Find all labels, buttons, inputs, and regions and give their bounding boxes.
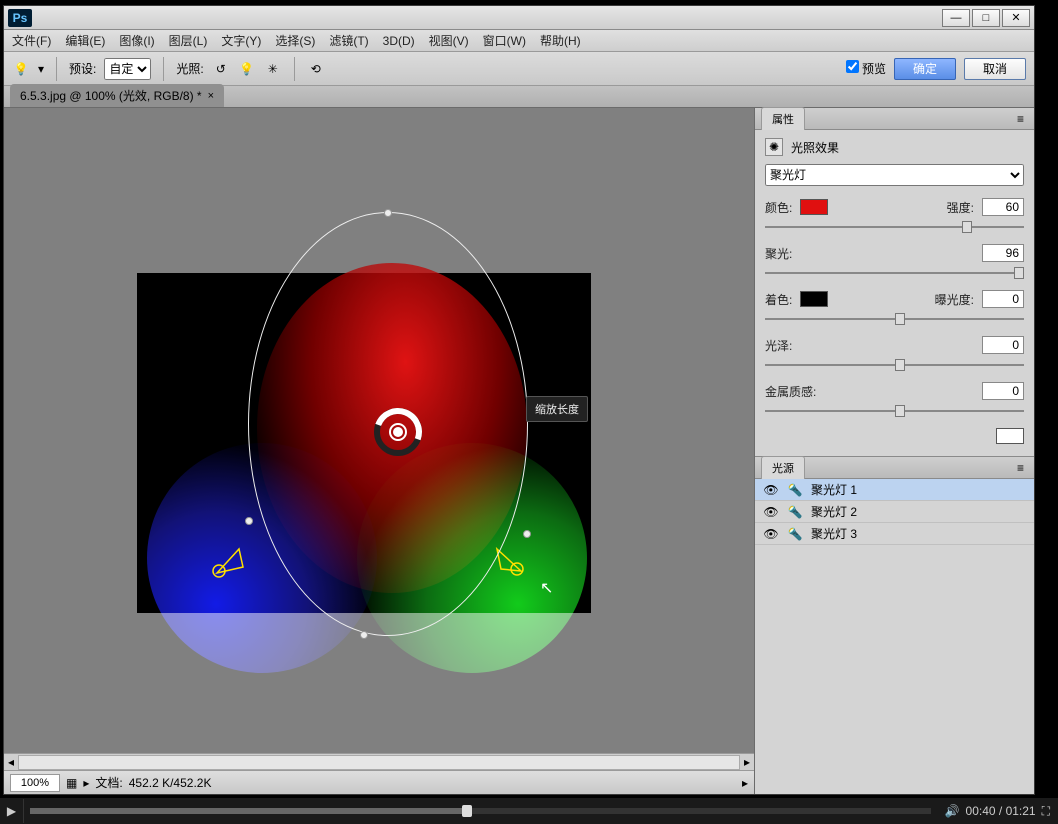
ellipse-handle-left[interactable] bbox=[245, 517, 253, 525]
spotlight-icon: 🔦 bbox=[787, 527, 803, 541]
menu-edit[interactable]: 编辑(E) bbox=[65, 32, 105, 49]
ellipse-handle-bottom[interactable] bbox=[360, 631, 368, 639]
visibility-icon[interactable]: 👁 bbox=[763, 483, 779, 497]
intensity-input[interactable] bbox=[982, 198, 1024, 216]
titlebar: Ps — □ ✕ bbox=[4, 6, 1034, 30]
canvas-viewport[interactable]: 缩放长度 ↖ bbox=[4, 108, 754, 753]
volume-icon[interactable]: 🔊 bbox=[945, 804, 960, 818]
app-window: Ps — □ ✕ 文件(F) 编辑(E) 图像(I) 图层(L) 文字(Y) 选… bbox=[3, 5, 1035, 795]
intensity-label: 强度: bbox=[947, 199, 974, 216]
menubar: 文件(F) 编辑(E) 图像(I) 图层(L) 文字(Y) 选择(S) 滤镜(T… bbox=[4, 30, 1034, 52]
blue-light-gizmo[interactable] bbox=[209, 539, 249, 579]
doc-size-value: 452.2 K/452.2K bbox=[129, 776, 212, 790]
menu-image[interactable]: 图像(I) bbox=[119, 32, 154, 49]
menu-view[interactable]: 视图(V) bbox=[429, 32, 469, 49]
color-swatch[interactable] bbox=[800, 199, 828, 215]
mouse-cursor-icon: ↖ bbox=[540, 578, 553, 598]
light-item-3[interactable]: 👁 🔦 聚光灯 3 bbox=[755, 523, 1034, 545]
light-intensity-dial[interactable] bbox=[374, 408, 422, 456]
statusbar-icon[interactable]: ▦ bbox=[66, 776, 77, 790]
lighting-effects-icon: ✺ bbox=[765, 138, 783, 156]
visibility-icon[interactable]: 👁 bbox=[763, 527, 779, 541]
properties-title: 光照效果 bbox=[791, 139, 839, 156]
add-spot-icon[interactable]: ↺ bbox=[212, 60, 230, 78]
properties-panel: ✺ 光照效果 聚光灯 颜色: 强度: 聚光: bbox=[755, 130, 1034, 457]
ok-button[interactable]: 确定 bbox=[894, 58, 956, 80]
spotlight-icon: 🔦 bbox=[787, 483, 803, 497]
play-button[interactable]: ▶ bbox=[0, 799, 24, 823]
menu-3d[interactable]: 3D(D) bbox=[383, 34, 415, 48]
ambient-swatch[interactable] bbox=[996, 428, 1024, 444]
gloss-input[interactable] bbox=[982, 336, 1024, 354]
light-item-1[interactable]: 👁 🔦 聚光灯 1 bbox=[755, 479, 1034, 501]
options-bar: 💡 ▾ 预设: 自定 光照: ↺ 💡 ✳ ⟲ 预览 确定 取消 bbox=[4, 52, 1034, 86]
canvas-tooltip: 缩放长度 bbox=[526, 396, 588, 422]
color-label: 颜色: bbox=[765, 199, 792, 216]
fullscreen-icon[interactable]: ⛶ bbox=[1042, 804, 1050, 819]
visibility-icon[interactable]: 👁 bbox=[763, 505, 779, 519]
minimize-button[interactable]: — bbox=[942, 9, 970, 27]
add-infinite-icon[interactable]: ✳ bbox=[264, 60, 282, 78]
gloss-label: 光泽: bbox=[765, 337, 792, 354]
seek-bar[interactable] bbox=[30, 808, 931, 814]
preview-checkbox[interactable]: 预览 bbox=[846, 60, 886, 77]
hotspot-label: 聚光: bbox=[765, 245, 792, 262]
metallic-slider[interactable] bbox=[765, 404, 1024, 418]
panel-menu-icon[interactable]: ≡ bbox=[1013, 112, 1028, 126]
ellipse-handle-right[interactable] bbox=[523, 530, 531, 538]
gloss-slider[interactable] bbox=[765, 358, 1024, 372]
reset-icon[interactable]: ⟲ bbox=[307, 60, 325, 78]
exposure-label: 曝光度: bbox=[935, 291, 974, 308]
ellipse-handle-top[interactable] bbox=[384, 209, 392, 217]
preset-label: 预设: bbox=[69, 60, 96, 77]
menu-help[interactable]: 帮助(H) bbox=[540, 32, 581, 49]
colorize-label: 着色: bbox=[765, 291, 792, 308]
tab-close-icon[interactable]: × bbox=[208, 90, 214, 102]
lights-tab[interactable]: 光源 bbox=[761, 456, 805, 479]
close-button[interactable]: ✕ bbox=[1002, 9, 1030, 27]
add-point-icon[interactable]: 💡 bbox=[238, 60, 256, 78]
metallic-label: 金属质感: bbox=[765, 383, 816, 400]
lighting-tool-icon[interactable]: 💡 bbox=[12, 60, 30, 78]
menu-filter[interactable]: 滤镜(T) bbox=[329, 32, 368, 49]
lighting-label: 光照: bbox=[176, 60, 203, 77]
zoom-input[interactable] bbox=[10, 774, 60, 792]
light-type-select[interactable]: 聚光灯 bbox=[765, 164, 1024, 186]
document-tab-label: 6.5.3.jpg @ 100% (光效, RGB/8) * bbox=[20, 87, 202, 104]
properties-tab[interactable]: 属性 bbox=[761, 107, 805, 130]
light-item-label: 聚光灯 2 bbox=[811, 503, 857, 520]
lights-panel-menu-icon[interactable]: ≡ bbox=[1013, 461, 1028, 475]
exposure-input[interactable] bbox=[982, 290, 1024, 308]
light-item-2[interactable]: 👁 🔦 聚光灯 2 bbox=[755, 501, 1034, 523]
photoshop-logo: Ps bbox=[8, 9, 32, 27]
metallic-input[interactable] bbox=[982, 382, 1024, 400]
light-item-label: 聚光灯 3 bbox=[811, 525, 857, 542]
menu-type[interactable]: 文字(Y) bbox=[221, 32, 261, 49]
exposure-slider[interactable] bbox=[765, 312, 1024, 326]
light-item-label: 聚光灯 1 bbox=[811, 481, 857, 498]
doc-size-label: 文档: bbox=[95, 774, 122, 791]
cancel-button[interactable]: 取消 bbox=[964, 58, 1026, 80]
menu-layer[interactable]: 图层(L) bbox=[169, 32, 208, 49]
menu-file[interactable]: 文件(F) bbox=[12, 32, 51, 49]
preset-select[interactable]: 自定 bbox=[104, 58, 151, 80]
time-display: 00:40 / 01:21 bbox=[966, 804, 1036, 818]
light-source-list: 👁 🔦 聚光灯 1 👁 🔦 聚光灯 2 👁 🔦 聚光灯 3 bbox=[755, 479, 1034, 794]
spotlight-icon: 🔦 bbox=[787, 505, 803, 519]
canvas-area: 缩放长度 ↖ ◂▸ ▦ ▸ 文档: 452.2 K/452.2K ▸ bbox=[4, 108, 754, 794]
menu-window[interactable]: 窗口(W) bbox=[483, 32, 526, 49]
hotspot-slider[interactable] bbox=[765, 266, 1024, 280]
colorize-swatch[interactable] bbox=[800, 291, 828, 307]
menu-select[interactable]: 选择(S) bbox=[275, 32, 315, 49]
horizontal-scrollbar[interactable]: ◂▸ bbox=[4, 753, 754, 770]
hotspot-input[interactable] bbox=[982, 244, 1024, 262]
intensity-slider[interactable] bbox=[765, 220, 1024, 234]
document-tabs: 6.5.3.jpg @ 100% (光效, RGB/8) * × bbox=[4, 86, 1034, 108]
document-tab[interactable]: 6.5.3.jpg @ 100% (光效, RGB/8) * × bbox=[10, 84, 224, 107]
status-bar: ▦ ▸ 文档: 452.2 K/452.2K ▸ bbox=[4, 770, 754, 794]
video-player-bar: ▶ 🔊 00:40 / 01:21 ⛶ bbox=[0, 798, 1058, 824]
maximize-button[interactable]: □ bbox=[972, 9, 1000, 27]
